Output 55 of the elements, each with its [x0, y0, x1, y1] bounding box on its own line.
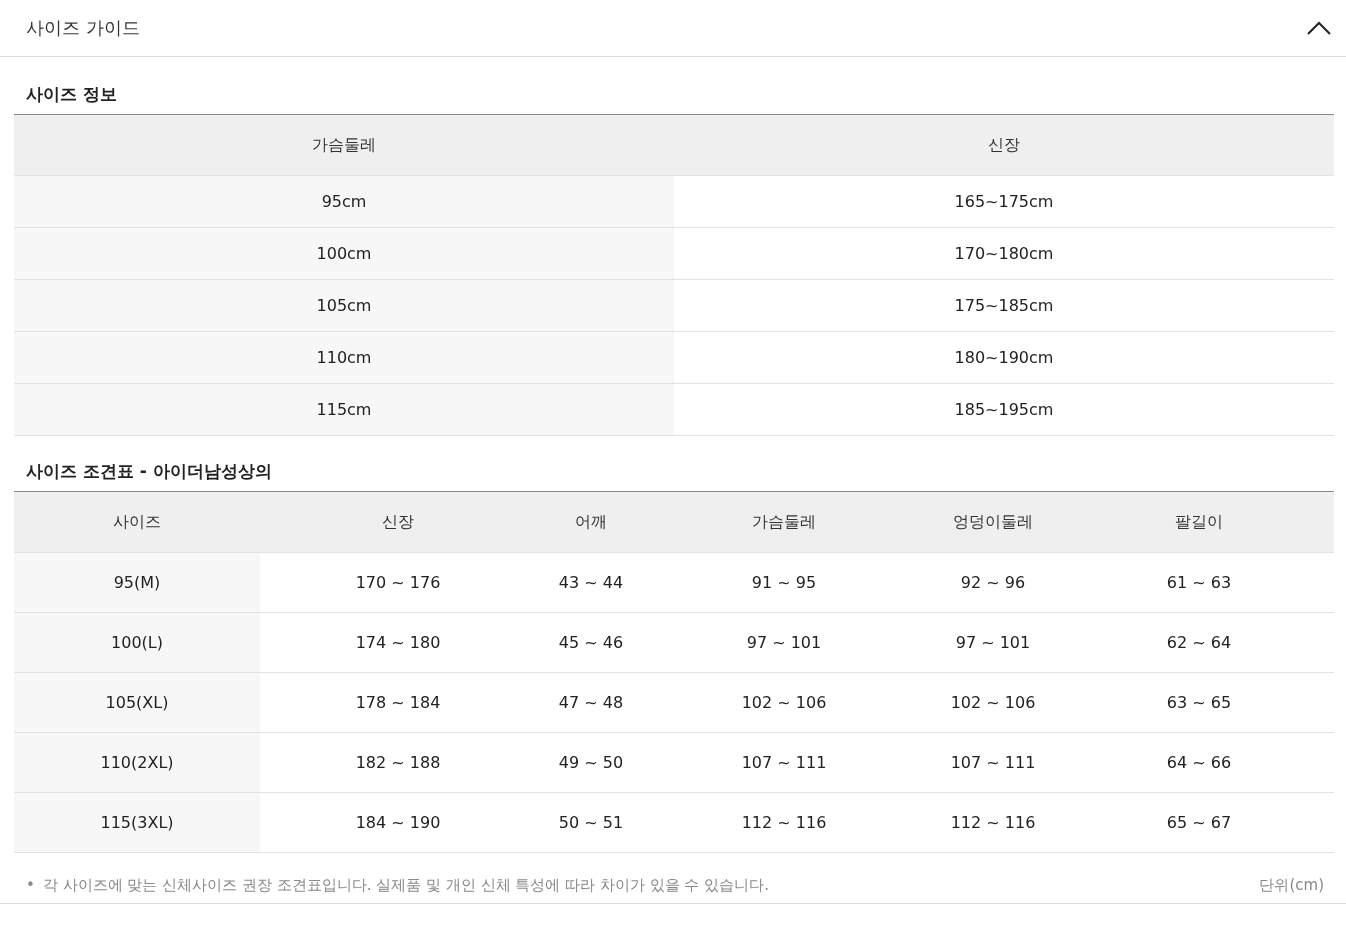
- table-cell: 49 ~ 50: [536, 733, 646, 793]
- table-cell: 95(M): [14, 553, 260, 613]
- column-header: 어깨: [536, 492, 646, 553]
- table-cell: 97 ~ 101: [922, 613, 1064, 673]
- table-cell: 112 ~ 116: [922, 793, 1064, 853]
- table-cell: 184 ~ 190: [260, 793, 536, 853]
- table-cell: 100(L): [14, 613, 260, 673]
- table-cell: 95cm: [14, 176, 674, 228]
- column-header: 팔길이: [1064, 492, 1334, 553]
- table-cell: 50 ~ 51: [536, 793, 646, 853]
- table-cell: 97 ~ 101: [646, 613, 922, 673]
- table-cell: 180~190cm: [674, 332, 1334, 384]
- table-cell: 105(XL): [14, 673, 260, 733]
- table-cell: 100cm: [14, 228, 674, 280]
- column-header: 엉덩이둘레: [922, 492, 1064, 553]
- table-title: 사이즈 정보: [25, 83, 118, 106]
- table-cell: 105cm: [14, 280, 674, 332]
- table-cell: 102 ~ 106: [922, 673, 1064, 733]
- table-cell: 61 ~ 63: [1064, 553, 1334, 613]
- table-cell: 107 ~ 111: [646, 733, 922, 793]
- table-cell: 110(2XL): [14, 733, 260, 793]
- table-cell: 175~185cm: [674, 280, 1334, 332]
- table-cell: 64 ~ 66: [1064, 733, 1334, 793]
- footnote: 각 사이즈에 맞는 신체사이즈 권장 조견표입니다. 실제품 및 개인 신체 특성에 따라 차이가 있을 수 있습니다.: [42, 875, 769, 895]
- table-cell: 110cm: [14, 332, 674, 384]
- column-header: 가슴둘레: [646, 492, 922, 553]
- unit-label: 단위(cm): [1259, 875, 1324, 895]
- column-header: 신장: [674, 115, 1334, 176]
- table-cell: 91 ~ 95: [646, 553, 922, 613]
- table-cell: 170 ~ 176: [260, 553, 536, 613]
- bullet: •: [26, 875, 35, 895]
- table-cell: 178 ~ 184: [260, 673, 536, 733]
- table-cell: 115cm: [14, 384, 674, 436]
- table-cell: 65 ~ 67: [1064, 793, 1334, 853]
- table-cell: 92 ~ 96: [922, 553, 1064, 613]
- column-header: 가슴둘레: [14, 115, 674, 176]
- table-cell: 45 ~ 46: [536, 613, 646, 673]
- table-cell: 107 ~ 111: [922, 733, 1064, 793]
- table-cell: 174 ~ 180: [260, 613, 536, 673]
- table-title: 사이즈 조견표 - 아이더남성상의: [25, 460, 273, 483]
- chevron-up-icon[interactable]: [1306, 20, 1332, 36]
- table-cell: 102 ~ 106: [646, 673, 922, 733]
- table-cell: 182 ~ 188: [260, 733, 536, 793]
- column-header: 사이즈: [14, 492, 260, 553]
- table-cell: 165~175cm: [674, 176, 1334, 228]
- table-cell: 63 ~ 65: [1064, 673, 1334, 733]
- table-cell: 43 ~ 44: [536, 553, 646, 613]
- table-cell: 115(3XL): [14, 793, 260, 853]
- table-cell: 62 ~ 64: [1064, 613, 1334, 673]
- section-title: 사이즈 가이드: [26, 16, 140, 40]
- column-header: 신장: [260, 492, 536, 553]
- table-cell: 112 ~ 116: [646, 793, 922, 853]
- table-cell: 170~180cm: [674, 228, 1334, 280]
- table-cell: 47 ~ 48: [536, 673, 646, 733]
- table-cell: 185~195cm: [674, 384, 1334, 436]
